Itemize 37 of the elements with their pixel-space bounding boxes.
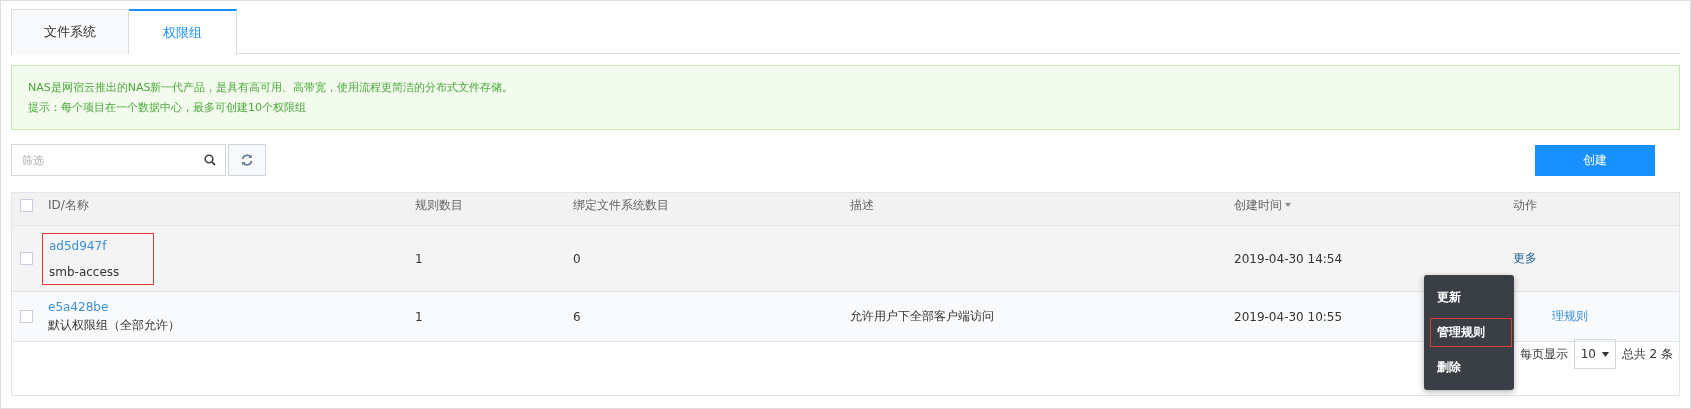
notice-text: NAS是网宿云推出的NAS新一代产品，是具有高可用、高带宽，使用流程更简洁的分布式文件存储。: [28, 80, 515, 95]
name-text: smb-access: [49, 264, 121, 279]
table-cell-text: 允许用户下全部客户端访问: [850, 308, 995, 325]
column-header: ID/名称: [48, 196, 89, 214]
sort-caret-icon[interactable]: [1285, 203, 1291, 208]
menu-item[interactable]: 更新: [1430, 283, 1508, 312]
column-header[interactable]: 创建时间: [1234, 196, 1282, 214]
more-link[interactable]: 更多: [1513, 251, 1537, 265]
page-size-select[interactable]: 10: [1573, 339, 1616, 369]
name-text: 默认权限组（全部允许）: [48, 316, 181, 334]
table-cell-text: 6: [573, 309, 582, 324]
checkbox[interactable]: [20, 310, 33, 323]
table-cell-text: 1: [415, 251, 424, 266]
tab[interactable]: 权限组: [129, 9, 237, 54]
column-header: 规则数目: [415, 196, 463, 214]
search-field[interactable]: 筛选: [11, 144, 226, 176]
refresh-icon: [240, 153, 254, 167]
notice-text: 提示：每个项目在一个数据中心，最多可创建10个权限组: [28, 100, 307, 115]
table-cell-text: 1: [415, 309, 424, 324]
menu-item[interactable]: 删除: [1430, 353, 1508, 382]
manage-rules-link[interactable]: 理规则: [1552, 309, 1588, 323]
table-cell-text: 0: [573, 251, 582, 266]
search-icon: [204, 154, 216, 166]
id-link[interactable]: e5a428be: [48, 299, 415, 314]
caret-icon: [1601, 351, 1609, 357]
table-cell-text: 2019-04-30 10:55: [1234, 309, 1344, 324]
checkbox[interactable]: [20, 198, 33, 212]
refresh-button[interactable]: [228, 144, 266, 176]
column-header: 描述: [850, 196, 874, 214]
column-header: 动作: [1513, 196, 1537, 214]
checkbox[interactable]: [20, 252, 33, 265]
column-header: 绑定文件系统数目: [573, 196, 669, 214]
page-size-label: 每页显示: [1519, 345, 1568, 363]
tab[interactable]: 文件系统: [11, 9, 129, 54]
total-count: 总共 2 条: [1621, 345, 1673, 363]
table-cell-text: 2019-04-30 14:54: [1234, 251, 1344, 266]
menu-item[interactable]: 管理规则: [1430, 318, 1512, 347]
